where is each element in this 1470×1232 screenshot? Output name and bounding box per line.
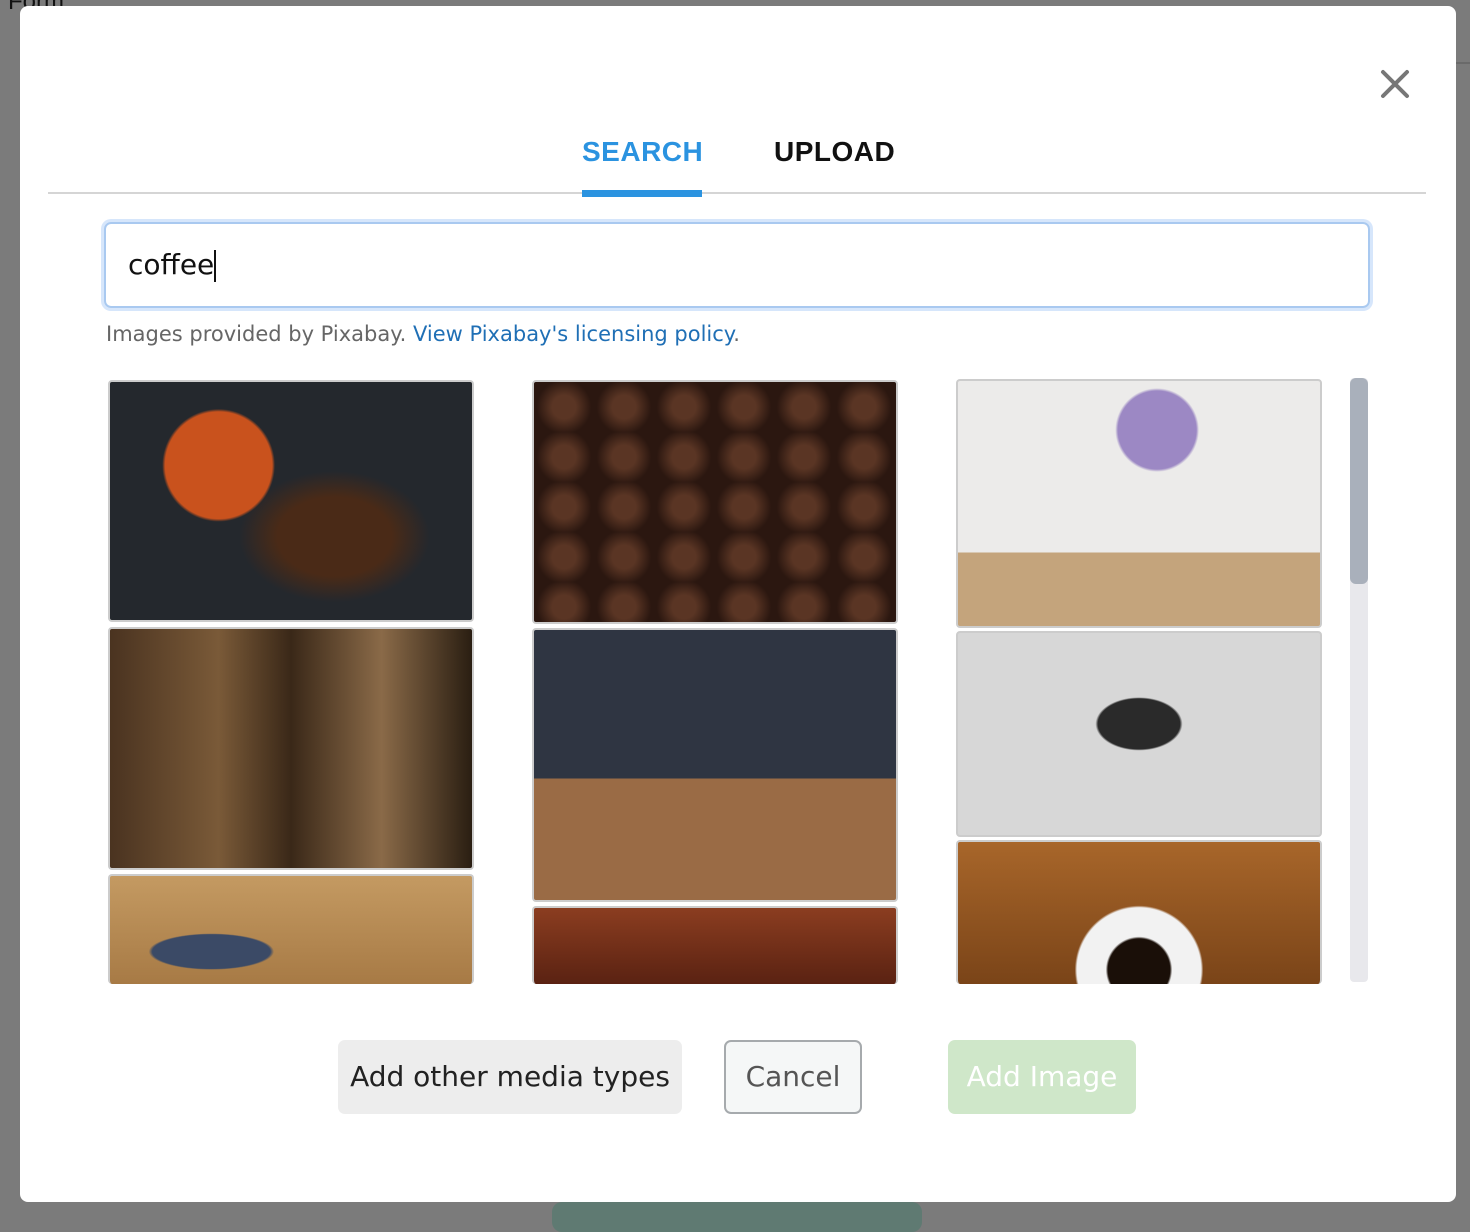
results-scrollbar[interactable] [1350,378,1368,982]
image-result[interactable] [956,379,1322,628]
credit-suffix: . [733,322,740,346]
add-image-button[interactable]: Add Image [948,1040,1136,1114]
image-result[interactable] [956,631,1322,837]
add-other-media-button[interactable]: Add other media types [338,1040,682,1114]
text-caret [214,250,217,282]
search-input-value: coffee [128,248,215,281]
licensing-policy-link[interactable]: View Pixabay's licensing policy [413,322,733,346]
background-button [552,1202,922,1232]
close-icon[interactable] [1375,64,1415,104]
image-result[interactable] [108,627,474,870]
image-result[interactable] [956,840,1322,984]
image-result[interactable] [108,380,474,622]
tab-bar: SEARCH UPLOAD [48,126,1426,197]
search-input[interactable]: coffee [104,222,1370,308]
tab-upload[interactable]: UPLOAD [774,136,895,168]
scrollbar-thumb[interactable] [1350,378,1368,584]
tab-search[interactable]: SEARCH [582,136,703,197]
image-result[interactable] [532,380,898,624]
image-result[interactable] [532,906,898,984]
image-result[interactable] [108,874,474,984]
cancel-button[interactable]: Cancel [724,1040,862,1114]
image-picker-modal: SEARCH UPLOAD coffee Images provided by … [20,6,1456,1202]
pixabay-credit: Images provided by Pixabay. View Pixabay… [106,322,740,346]
image-result[interactable] [532,628,898,902]
credit-text: Images provided by Pixabay. [106,322,414,346]
